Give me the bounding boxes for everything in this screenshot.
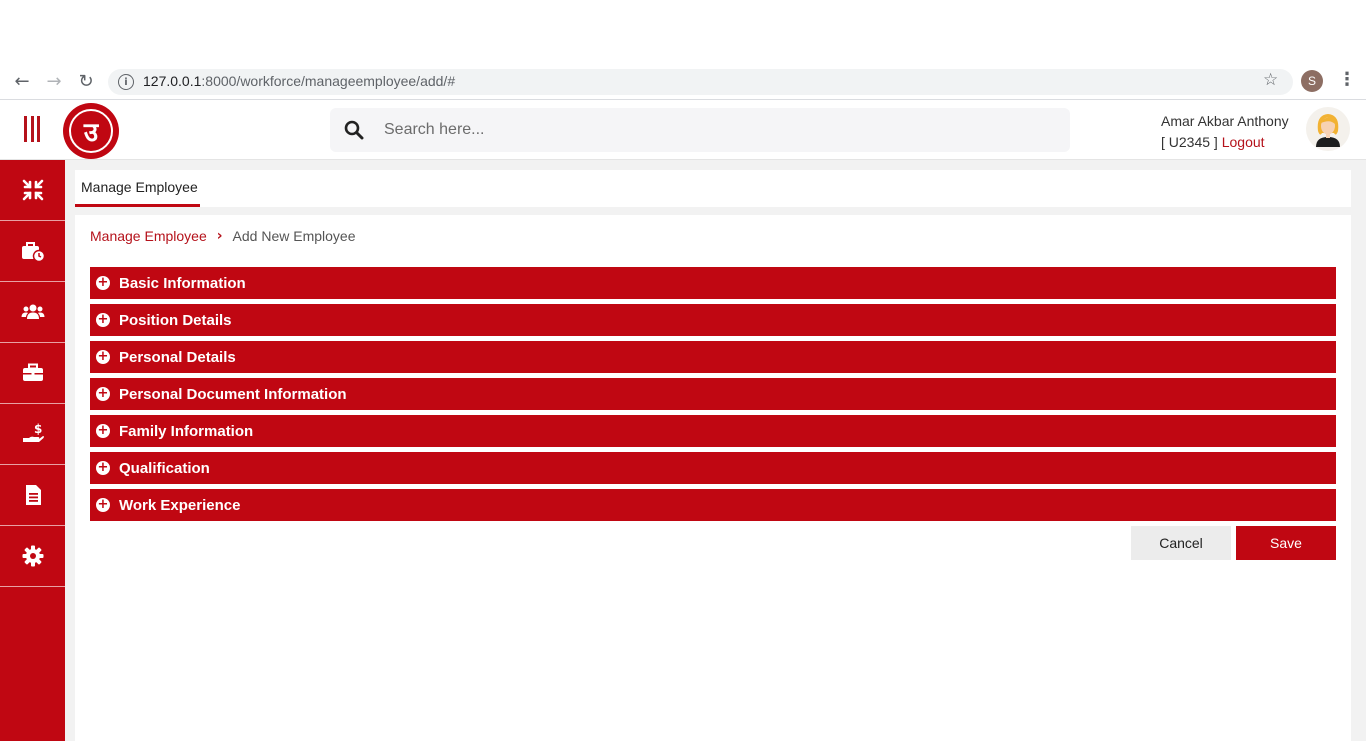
section-label: Family Information: [119, 422, 254, 440]
avatar-illustration: [1316, 114, 1340, 147]
url-host: 127.0.0.1: [143, 73, 202, 89]
plus-circle-icon: +: [96, 312, 110, 327]
sidebar-item-dashboard[interactable]: [0, 160, 65, 221]
arrow-left-icon[interactable]: ←: [11, 70, 33, 92]
save-button[interactable]: Save: [1236, 526, 1336, 560]
section-personal-details[interactable]: + Personal Details: [90, 341, 1336, 373]
gear-icon: [22, 545, 43, 567]
section-label: Work Experience: [119, 496, 241, 514]
tab-manage-employee[interactable]: Manage Employee: [75, 170, 200, 207]
section-label: Position Details: [119, 311, 232, 329]
plus-circle-icon: +: [96, 460, 110, 475]
url-text[interactable]: 127.0.0.1:8000/workforce/manageemployee/…: [143, 73, 455, 89]
section-work-experience[interactable]: + Work Experience: [90, 489, 1336, 521]
chevron-right-icon: ›: [216, 228, 223, 244]
briefcase-icon: [22, 363, 43, 381]
section-label: Basic Information: [119, 274, 246, 292]
star-icon[interactable]: ☆: [1263, 70, 1278, 90]
hand-dollar-icon: $: [22, 422, 44, 442]
breadcrumb-parent[interactable]: Manage Employee: [90, 228, 207, 244]
plus-circle-icon: +: [96, 275, 110, 290]
user-name: Amar Akbar Anthony: [1161, 113, 1289, 129]
section-position-details[interactable]: + Position Details: [90, 304, 1336, 336]
user-id: [ U2345 ]: [1161, 134, 1218, 150]
users-icon: [21, 304, 44, 319]
section-qualification[interactable]: + Qualification: [90, 452, 1336, 484]
plus-circle-icon: +: [96, 423, 110, 438]
plus-circle-icon: +: [96, 349, 110, 364]
section-label: Personal Document Information: [119, 385, 347, 403]
tab-bar: [75, 170, 1351, 207]
section-label: Personal Details: [119, 348, 236, 366]
sidebar-item-payroll[interactable]: $: [0, 404, 65, 465]
sidebar-item-documents[interactable]: [0, 465, 65, 526]
menu-toggle-icon[interactable]: [24, 116, 40, 142]
section-family-information[interactable]: + Family Information: [90, 415, 1336, 447]
search-input[interactable]: [374, 110, 1054, 150]
sidebar-item-jobs[interactable]: [0, 343, 65, 404]
brand-logo[interactable]: उ: [63, 103, 119, 159]
user-avatar[interactable]: [1306, 107, 1350, 151]
breadcrumb: Manage Employee › Add New Employee: [90, 228, 355, 244]
plus-circle-icon: +: [96, 386, 110, 401]
arrow-right-icon[interactable]: →: [43, 70, 65, 92]
sidebar-item-employees[interactable]: [0, 282, 65, 343]
section-personal-document-information[interactable]: + Personal Document Information: [90, 378, 1336, 410]
plus-circle-icon: +: [96, 497, 110, 512]
compress-arrows-icon: [22, 179, 43, 201]
kebab-icon[interactable]: ⋮: [1338, 69, 1356, 90]
logout-link[interactable]: Logout: [1222, 134, 1265, 150]
url-path: :8000/workforce/manageemployee/add/#: [201, 73, 456, 89]
svg-text:$: $: [34, 422, 42, 436]
profile-avatar[interactable]: S: [1301, 70, 1323, 92]
section-label: Qualification: [119, 459, 210, 477]
sidebar-item-settings[interactable]: [0, 526, 65, 587]
cancel-button[interactable]: Cancel: [1131, 526, 1231, 560]
browser-top-area: [0, 0, 1366, 60]
reload-icon[interactable]: ↻: [75, 70, 97, 92]
logo-glyph: उ: [69, 109, 113, 153]
user-id-line: [ U2345 ] Logout: [1161, 134, 1265, 150]
breadcrumb-current: Add New Employee: [232, 228, 356, 244]
document-icon: [25, 485, 41, 505]
briefcase-clock-icon: [21, 242, 45, 263]
section-basic-information[interactable]: + Basic Information: [90, 267, 1336, 299]
sidebar: $: [0, 160, 65, 741]
search-icon: [344, 120, 364, 140]
sidebar-item-attendance[interactable]: [0, 221, 65, 282]
info-icon[interactable]: i: [118, 74, 134, 90]
